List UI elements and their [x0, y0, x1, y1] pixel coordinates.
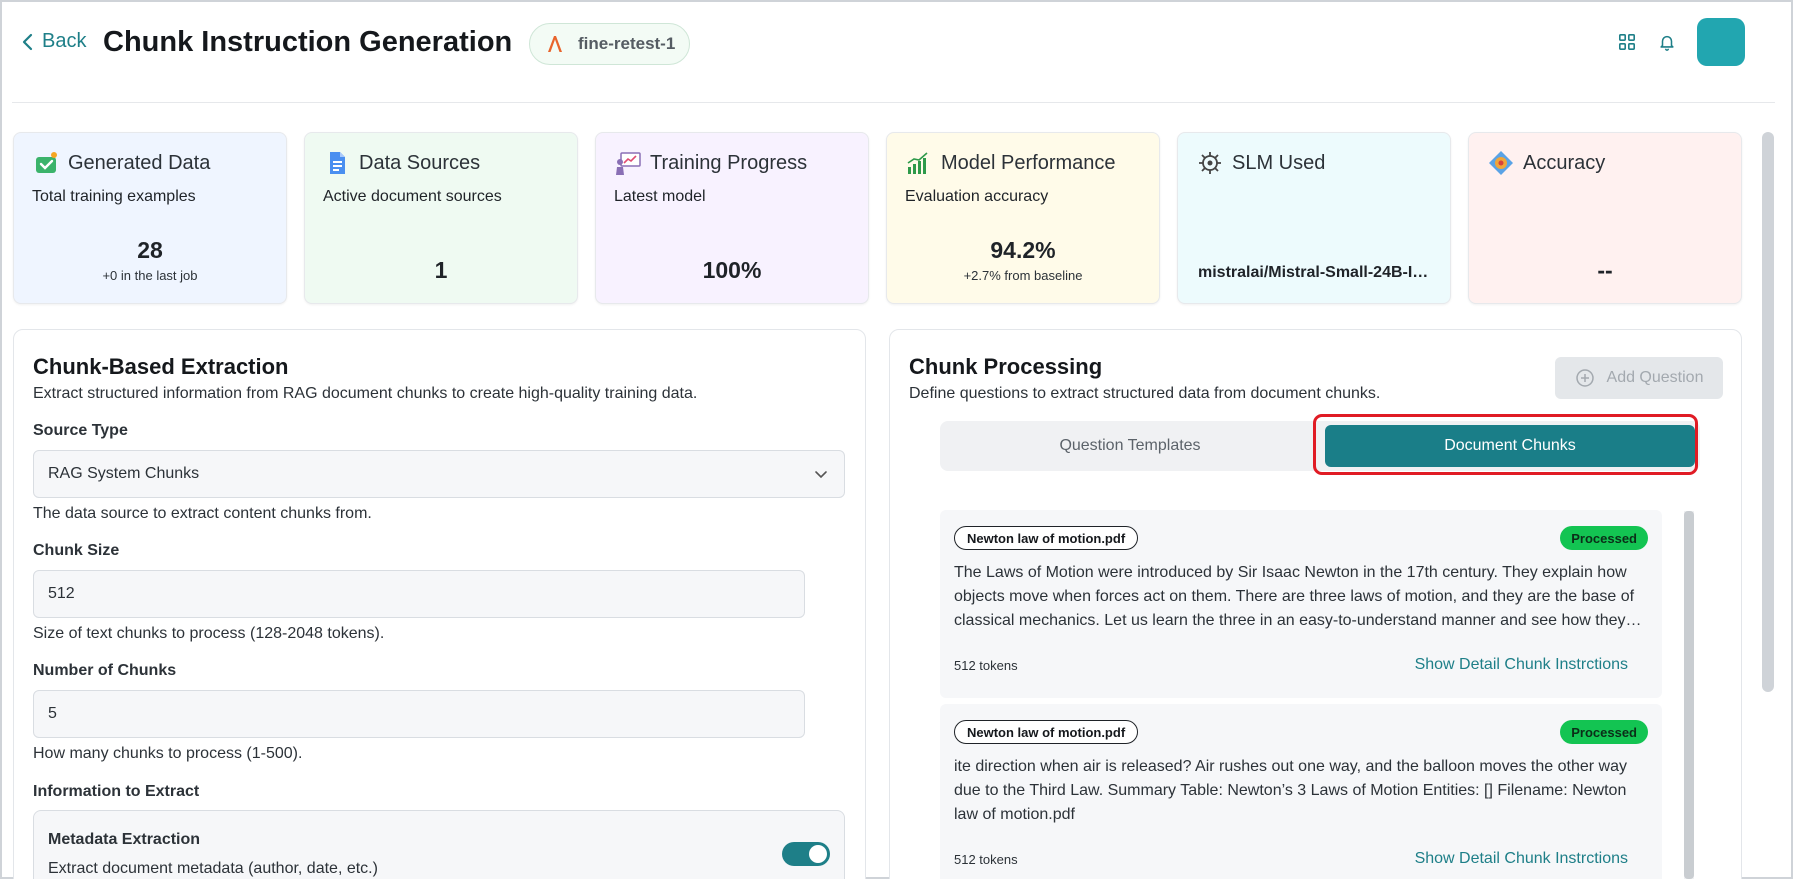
chunk-processing-panel: Chunk Processing Define questions to ext… — [889, 329, 1742, 879]
stat-title: Data Sources — [359, 151, 481, 174]
source-type-help: The data source to extract content chunk… — [33, 505, 372, 522]
target-icon — [1489, 151, 1513, 175]
chunk-size-help: Size of text chunks to process (128-2048… — [33, 625, 385, 642]
file-name-badge: Newton law of motion.pdf — [954, 720, 1139, 744]
list-item: Newton law of motion.pdf Processed The L… — [940, 510, 1662, 698]
source-type-value: RAG System Chunks — [48, 465, 200, 482]
stat-card-generated-data: Generated Data Total training examples 2… — [13, 132, 287, 304]
metadata-description: Extract document metadata (author, date,… — [48, 860, 378, 877]
ai-chip-icon — [1199, 152, 1221, 174]
stat-title: SLM Used — [1232, 151, 1326, 174]
stat-card-slm-used: SLM Used mistralai/Mistral-Small-24B-Ins… — [1177, 132, 1451, 304]
file-name-badge: Newton law of motion.pdf — [954, 526, 1139, 550]
stat-card-accuracy: Accuracy -- — [1468, 132, 1742, 304]
show-detail-link[interactable]: Show Detail Chunk Instrctions — [1415, 850, 1628, 868]
header-actions — [1617, 18, 1745, 66]
stat-title: Accuracy — [1523, 151, 1606, 174]
metadata-extraction-option: Metadata Extraction Extract document met… — [33, 810, 845, 879]
status-badge: Processed — [1560, 720, 1648, 744]
token-count: 512 tokens — [954, 852, 1018, 867]
add-question-button[interactable]: Add Question — [1555, 357, 1723, 399]
panel-description: Define questions to extract structured d… — [909, 385, 1381, 402]
stat-note: +2.7% from baseline — [963, 268, 1083, 283]
stat-value: 28 — [137, 237, 163, 263]
stat-value: -- — [1597, 257, 1613, 283]
stat-subtitle: Active document sources — [323, 188, 502, 205]
chunk-text: ite direction when air is released? Air … — [954, 758, 1627, 823]
tab-question-templates[interactable]: Question Templates — [940, 421, 1320, 471]
project-badge[interactable]: fine-retest-1 — [529, 23, 691, 65]
stat-card-model-performance: Model Performance Evaluation accuracy 94… — [886, 132, 1160, 304]
header-divider — [12, 102, 1775, 103]
page-title: Chunk Instruction Generation — [103, 26, 513, 58]
stat-value: 1 — [434, 257, 448, 283]
stat-subtitle: Evaluation accuracy — [905, 188, 1049, 205]
chunk-size-label: Chunk Size — [33, 542, 120, 559]
database-check-icon — [36, 152, 57, 173]
stat-note: +0 in the last job — [102, 268, 198, 283]
tab-document-chunks[interactable]: Document Chunks — [1325, 425, 1695, 467]
anthropic-logo-icon — [548, 36, 562, 52]
project-name: fine-retest-1 — [578, 34, 676, 53]
presentation-icon — [616, 152, 641, 175]
source-type-select[interactable]: RAG System Chunks — [33, 450, 845, 498]
panel-title: Chunk-Based Extraction — [33, 354, 289, 379]
panel-title: Chunk Processing — [909, 354, 1103, 379]
stat-title: Training Progress — [650, 151, 808, 174]
stat-title: Model Performance — [941, 151, 1116, 174]
info-to-extract-label: Information to Extract — [33, 783, 200, 800]
stat-card-data-sources: Data Sources Active document sources 1 — [304, 132, 578, 304]
chunk-list-scrollbar[interactable] — [1684, 511, 1694, 879]
chevron-left-icon — [22, 33, 33, 50]
back-button[interactable]: Back — [20, 30, 86, 53]
document-icon — [330, 152, 345, 174]
chunk-size-input[interactable] — [33, 570, 805, 618]
tab-bar: Question Templates Document Chunks — [940, 421, 1700, 471]
stat-card-training-progress: Training Progress Latest model 100% — [595, 132, 869, 304]
grid-icon[interactable] — [1617, 32, 1637, 52]
add-question-label: Add Question — [1606, 369, 1704, 386]
status-badge: Processed — [1560, 526, 1648, 550]
num-chunks-label: Number of Chunks — [33, 662, 177, 679]
num-chunks-input[interactable] — [33, 690, 805, 738]
token-count: 512 tokens — [954, 658, 1018, 673]
bar-chart-icon — [907, 152, 928, 174]
bell-icon[interactable] — [1657, 32, 1677, 52]
list-item: Newton law of motion.pdf Processed ite d… — [940, 704, 1662, 879]
stat-value: mistralai/Mistral-Small-24B-Instruct-250… — [1198, 264, 1430, 281]
stat-value: 94.2% — [990, 237, 1056, 263]
metadata-toggle[interactable] — [782, 842, 830, 866]
panel-description: Extract structured information from RAG … — [33, 385, 698, 402]
stat-subtitle: Latest model — [614, 188, 706, 205]
back-label: Back — [42, 30, 87, 52]
chevron-down-icon — [815, 471, 827, 479]
page-scrollbar[interactable] — [1762, 132, 1774, 692]
plus-circle-icon — [1575, 369, 1594, 387]
show-detail-link[interactable]: Show Detail Chunk Instrctions — [1415, 656, 1628, 674]
stat-subtitle: Total training examples — [32, 188, 196, 205]
stat-title: Generated Data — [68, 151, 211, 174]
num-chunks-help: How many chunks to process (1-500). — [33, 745, 303, 762]
avatar[interactable] — [1697, 18, 1745, 66]
source-type-label: Source Type — [33, 422, 128, 439]
chunk-extraction-panel: Chunk-Based Extraction Extract structure… — [13, 329, 866, 879]
page-header: Back Chunk Instruction Generation fine-r… — [0, 0, 1793, 102]
stats-row: Generated Data Total training examples 2… — [13, 132, 1742, 304]
stat-value: 100% — [702, 257, 762, 283]
chunk-text: The Laws of Motion were introduced by Si… — [954, 564, 1635, 629]
metadata-title: Metadata Extraction — [48, 831, 201, 848]
